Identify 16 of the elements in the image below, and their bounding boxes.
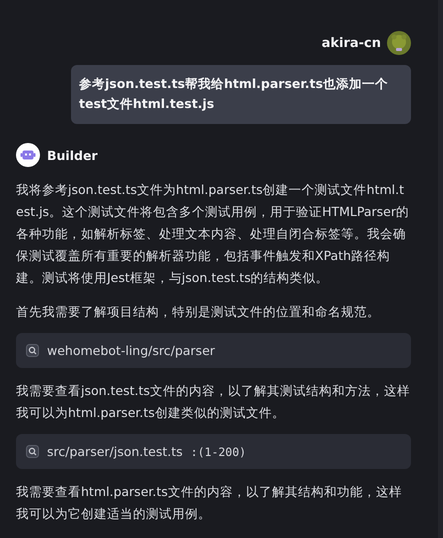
- search-icon: [26, 445, 39, 458]
- user-message: 参考json.test.ts帮我给html.parser.ts也添加一个test文件html.test.js: [71, 65, 411, 124]
- tool-call-card[interactable]: src/parser/json.test.ts :(1-200): [16, 434, 411, 469]
- message-paragraph: 首先我需要了解项目结构，特别是测试文件的位置和命名规范。: [16, 303, 381, 321]
- search-icon: [26, 344, 39, 357]
- message-paragraph: 我将参考json.test.ts文件为html.parser.ts创建一个测试文件html.test.js。这个测试文件将包含多个测试用例，用于验证HTMLParser的各种功能，如解析标签、处理文本内容、处理自闭合标签等。我会确保测试覆盖所有重要的解析器功能，包括事件触发和XPath路径构建。测试将使用Jest框架，与json.test.ts的结构类似。: [16, 181, 410, 287]
- file-path: src/parser/json.test.ts: [47, 444, 183, 459]
- line-range: :(1-200): [190, 444, 246, 458]
- message-paragraph: 我需要查看json.test.ts文件的内容，以了解其测试结构和方法，这样我可以为html.parser.ts创建类似的测试文件。: [16, 382, 411, 422]
- tool-call-card[interactable]: wehomebot-ling/src/parser: [16, 333, 411, 368]
- user-name: akira-cn: [322, 36, 381, 50]
- robot-icon: [16, 143, 40, 167]
- message-paragraph: 我需要查看html.parser.ts文件的内容，以了解其结构和功能，这样我可以为它创建适当的测试用例。: [16, 483, 403, 523]
- assistant-name: Builder: [47, 148, 98, 162]
- file-path: wehomebot-ling/src/parser: [47, 343, 215, 358]
- avatar-icon: [387, 31, 411, 55]
